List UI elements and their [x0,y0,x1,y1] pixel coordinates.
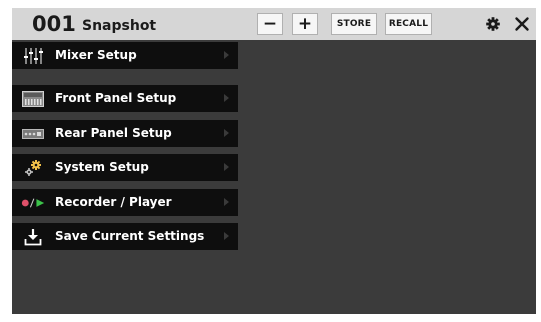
chevron-right-icon [224,232,229,240]
chevron-right-icon [224,198,229,206]
system-gears-icon [21,157,45,178]
menu-item-label: System Setup [55,160,149,174]
menu-item-rear-panel-setup[interactable]: Rear Panel Setup [12,120,238,147]
front-panel-icon [21,88,45,109]
gear-icon[interactable] [485,16,501,32]
scene-plus-button[interactable]: + [292,13,318,35]
menu-item-front-panel-setup[interactable]: Front Panel Setup [12,85,238,112]
menu-item-recorder-player[interactable]: Recorder / Player [12,189,238,216]
chevron-right-icon [224,163,229,171]
mixer-faders-icon [21,45,45,66]
rear-panel-icon [21,123,45,144]
save-download-icon [21,226,45,247]
close-icon[interactable] [514,16,530,32]
menu-item-label: Rear Panel Setup [55,126,172,140]
chevron-right-icon [224,129,229,137]
scene-name: Snapshot [82,18,157,34]
menu-item-system-setup[interactable]: System Setup [12,154,238,181]
menu-item-label: Mixer Setup [55,48,137,62]
scene-minus-button[interactable]: − [257,13,283,35]
recall-button[interactable]: RECALL [385,13,432,35]
menu-item-save-current-settings[interactable]: Save Current Settings [12,223,238,250]
menu-item-label: Recorder / Player [55,195,172,209]
store-button[interactable]: STORE [331,13,377,35]
scene-number: 001 [32,12,76,36]
snapshot-screen: 001 Snapshot − + STORE RECALL Mixer Setu… [12,8,536,314]
chevron-right-icon [224,51,229,59]
menu-item-label: Save Current Settings [55,229,205,243]
chevron-right-icon [224,94,229,102]
menu-item-label: Front Panel Setup [55,91,177,105]
header-bar: 001 Snapshot − + STORE RECALL [12,8,536,40]
menu-item-mixer-setup[interactable]: Mixer Setup [12,42,238,69]
record-play-icon [21,192,45,213]
